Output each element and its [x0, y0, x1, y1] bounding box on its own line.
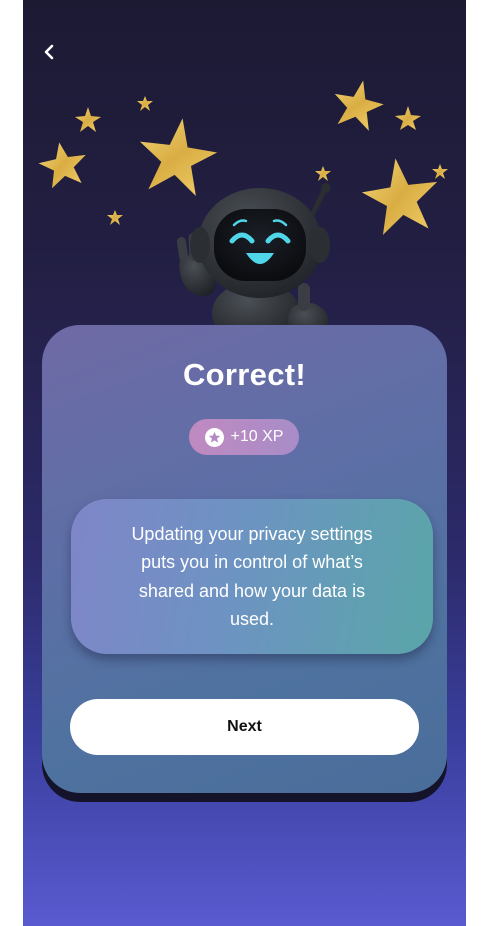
robot-mascot-icon: [176, 183, 331, 345]
star-icon: [361, 158, 438, 235]
star-circle-icon: [204, 427, 224, 447]
star-icon: [75, 107, 101, 132]
screen: Correct! +10 XP Updating your privacy se…: [23, 0, 466, 926]
star-icon: [395, 106, 421, 130]
result-card: Correct! +10 XP Updating your privacy se…: [42, 325, 447, 793]
star-icon: [432, 164, 448, 179]
explanation-text: Updating your privacy settings puts you …: [131, 523, 373, 630]
xp-label: +10 XP: [230, 428, 284, 445]
star-icon: [107, 210, 123, 225]
result-title: Correct!: [183, 357, 306, 392]
star-icon: [38, 142, 86, 189]
star-icon: [334, 80, 384, 131]
xp-badge: +10 XP: [189, 419, 299, 455]
next-button[interactable]: Next: [70, 699, 419, 755]
explanation-box: Updating your privacy settings puts you …: [71, 499, 433, 654]
star-icon: [137, 96, 153, 111]
